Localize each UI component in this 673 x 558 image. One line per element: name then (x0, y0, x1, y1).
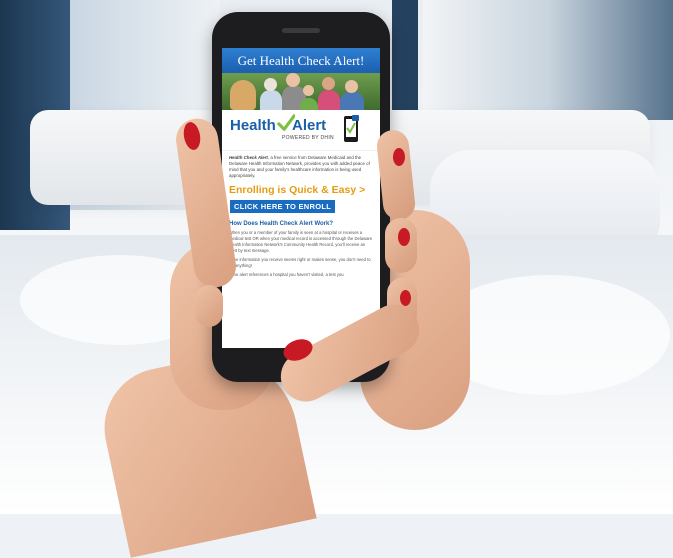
phone-screen: Get Health Check Alert! Health Alert POW… (222, 48, 380, 348)
right-index-nail (393, 148, 405, 166)
health-alert-logo: Health Alert POWERED BY DHIN (222, 110, 380, 151)
how-paragraph-1: When you or a member of your family is s… (229, 230, 373, 253)
right-ring-nail (400, 290, 411, 306)
enroll-button[interactable]: CLICK HERE TO ENROLL (230, 200, 336, 213)
right-middle-nail (398, 228, 410, 246)
how-paragraph-3: If the alert references a hospital you h… (229, 272, 344, 277)
dog-figure (230, 80, 256, 110)
family-photo (222, 73, 380, 110)
how-it-works-heading: How Does Health Check Alert Work? (229, 221, 334, 227)
page-banner: Get Health Check Alert! (222, 48, 380, 73)
logo-word-alert: Alert (292, 117, 327, 134)
logo-word-health: Health (230, 117, 276, 134)
intro-lead: Health Check Alert (229, 155, 268, 160)
intro-paragraph: Health Check Alert, a free service from … (222, 151, 380, 179)
phone-speaker (282, 28, 320, 33)
enroll-heading[interactable]: Enrolling is Quick & Easy > (222, 179, 380, 196)
powered-by-text: POWERED BY DHIN (282, 135, 334, 141)
right-middle-finger (385, 218, 417, 273)
left-finger (195, 285, 223, 327)
how-paragraph-2: If the information you receive seems rig… (229, 257, 371, 268)
window-right (423, 0, 673, 120)
mobile-alert-icon (344, 115, 359, 142)
curtain (392, 0, 418, 120)
